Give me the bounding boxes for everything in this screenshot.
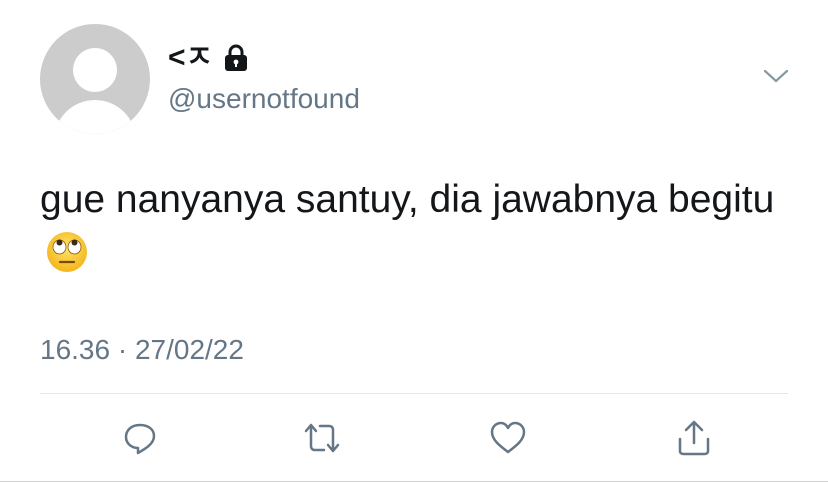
avatar-head-shape <box>73 48 117 92</box>
like-button[interactable] <box>488 418 528 458</box>
heart-icon <box>490 421 526 454</box>
tweet-text: gue nanyanya santuy, dia jawabnya begitu <box>40 172 800 282</box>
avatar-body-shape <box>54 100 136 134</box>
user-display-name-row[interactable]: <ㅈ <box>168 40 249 76</box>
reply-button[interactable] <box>120 418 160 458</box>
tweet-body: gue nanyanya santuy, dia jawabnya begitu <box>40 178 775 221</box>
chevron-down-icon[interactable] <box>762 66 790 86</box>
retweet-icon <box>304 423 340 453</box>
retweet-button[interactable] <box>302 418 342 458</box>
reply-icon <box>124 423 156 455</box>
lock-icon <box>223 44 249 72</box>
divider <box>40 393 788 394</box>
user-handle[interactable]: @usernotfound <box>168 82 360 116</box>
rolling-eyes-emoji-icon <box>46 231 88 273</box>
tweet-timestamp[interactable]: 16.36 · 27/02/22 <box>40 332 244 368</box>
user-display-name: <ㅈ <box>168 41 214 74</box>
share-button[interactable] <box>674 418 714 458</box>
share-icon <box>678 420 710 456</box>
avatar[interactable] <box>40 24 150 134</box>
